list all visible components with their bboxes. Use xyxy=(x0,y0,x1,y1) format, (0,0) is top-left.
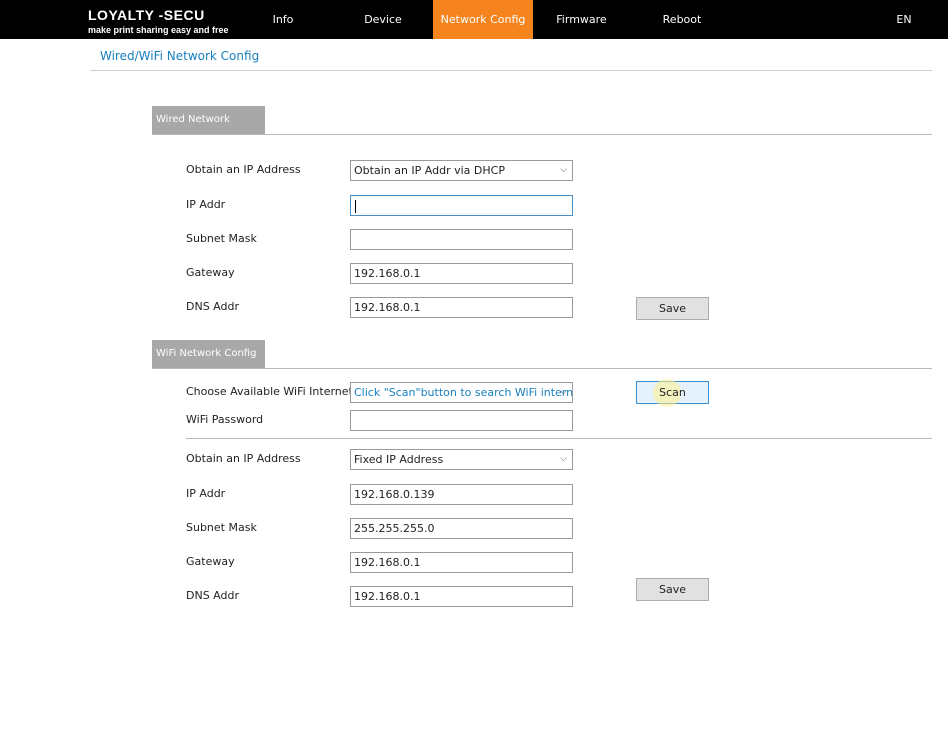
wired-section-header: Wired Network Config xyxy=(152,106,265,153)
wifi-choose-label: Choose Available WiFi Internet xyxy=(186,385,353,398)
wired-obtain-ip-label: Obtain an IP Address xyxy=(186,163,301,176)
wifi-section-divider xyxy=(152,368,932,369)
wired-dns-label: DNS Addr xyxy=(186,300,239,313)
scan-label: Scan xyxy=(659,386,686,399)
nav-tab-device-parameter[interactable]: Device Parameter xyxy=(334,0,432,65)
text-caret xyxy=(355,199,356,213)
title-divider xyxy=(90,70,932,71)
wifi-obtain-ip-select[interactable]: Fixed IP Address ⌵ xyxy=(350,449,573,470)
wifi-ip-label: IP Addr xyxy=(186,487,226,500)
wifi-dns-input[interactable]: 192.168.0.1 xyxy=(350,586,573,607)
wired-obtain-ip-select[interactable]: Obtain an IP Addr via DHCP ⌵ xyxy=(350,160,573,181)
wifi-gateway-input[interactable]: 192.168.0.1 xyxy=(350,552,573,573)
wifi-subnet-label: Subnet Mask xyxy=(186,521,257,534)
wired-save-label: Save xyxy=(658,302,686,315)
wired-subnet-input[interactable] xyxy=(350,229,573,250)
wired-gateway-label: Gateway xyxy=(186,266,235,279)
wired-dns-value: 192.168.0.1 xyxy=(354,301,421,314)
wired-subnet-label: Subnet Mask xyxy=(186,232,257,245)
wifi-gateway-label: Gateway xyxy=(186,555,235,568)
scan-button[interactable]: Scan xyxy=(636,379,709,407)
wired-obtain-ip-value: Obtain an IP Addr via DHCP xyxy=(354,164,505,177)
nav-tab-network-config[interactable]: Network Config xyxy=(433,0,533,39)
wifi-dns-value: 192.168.0.1 xyxy=(354,590,421,603)
wifi-password-input[interactable] xyxy=(350,410,573,431)
chevron-down-icon: ⌵ xyxy=(560,387,567,397)
wifi-subnet-value: 255.255.255.0 xyxy=(354,522,435,535)
wifi-obtain-ip-label: Obtain an IP Address xyxy=(186,452,301,465)
brand-title: LOYALTY -SECU xyxy=(88,7,205,23)
wifi-password-label: WiFi Password xyxy=(186,413,264,426)
nav-tab-info[interactable]: Info xyxy=(262,0,304,39)
wifi-dns-label: DNS Addr xyxy=(186,589,239,602)
wifi-ip-input[interactable]: 192.168.0.139 xyxy=(350,484,573,505)
wired-gateway-input[interactable]: 192.168.0.1 xyxy=(350,263,573,284)
top-nav-bar: LOYALTY -SECU make print sharing easy an… xyxy=(0,0,948,65)
wifi-network-value: Click "Scan"button to search WiFi intern… xyxy=(354,386,573,399)
brand-tagline: make print sharing easy and free xyxy=(88,25,229,35)
page-title: Wired/WiFi Network Config xyxy=(100,49,260,63)
wired-save-button[interactable]: Save xyxy=(636,297,709,320)
wired-section-divider xyxy=(152,134,932,135)
wired-ip-label: IP Addr xyxy=(186,198,226,211)
nav-tab-firmware-upgrade[interactable]: Firmware Upgrade xyxy=(533,0,630,65)
wifi-subnet-input[interactable]: 255.255.255.0 xyxy=(350,518,573,539)
wifi-obtain-ip-value: Fixed IP Address xyxy=(354,453,444,466)
language-selector[interactable]: EN xyxy=(890,0,918,39)
brand-logo: LOYALTY -SECU make print sharing easy an… xyxy=(88,7,229,36)
wifi-save-label: Save xyxy=(658,583,686,596)
wifi-network-select[interactable]: Click "Scan"button to search WiFi intern… xyxy=(350,382,573,403)
chevron-down-icon: ⌵ xyxy=(560,454,567,464)
wifi-divider xyxy=(186,438,932,439)
nav-tab-reboot[interactable]: Reboot xyxy=(654,0,710,39)
wifi-ip-value: 192.168.0.139 xyxy=(354,488,435,501)
wired-dns-input[interactable]: 192.168.0.1 xyxy=(350,297,573,318)
wifi-section-header: WiFi Network Config xyxy=(152,340,265,368)
chevron-down-icon: ⌵ xyxy=(560,165,567,175)
wired-gateway-value: 192.168.0.1 xyxy=(354,267,421,280)
wired-ip-input[interactable] xyxy=(350,195,573,216)
wifi-gateway-value: 192.168.0.1 xyxy=(354,556,421,569)
wifi-save-button[interactable]: Save xyxy=(636,578,709,601)
